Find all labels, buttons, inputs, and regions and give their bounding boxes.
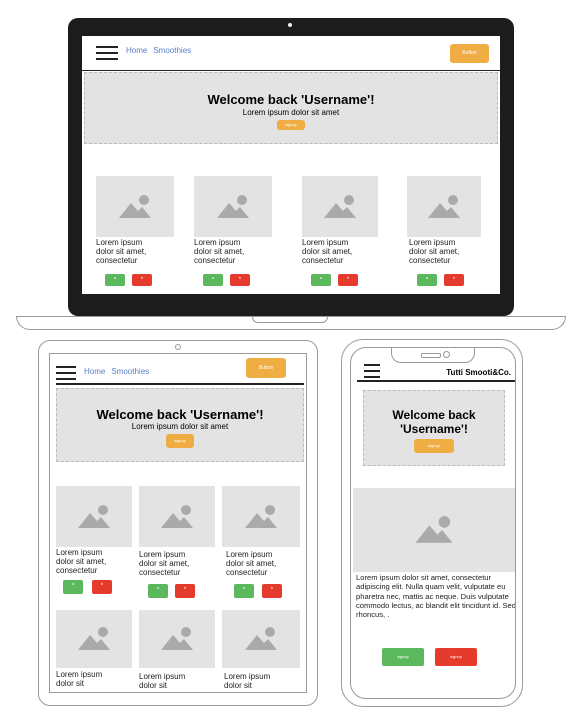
card-line: consectetur <box>56 566 98 576</box>
nav-home[interactable]: Home <box>84 367 105 376</box>
hero-banner: Welcome back 'Username'! Lorem ipsum dol… <box>56 388 304 462</box>
green-button[interactable]: a <box>63 580 83 594</box>
tablet-nav: Home Smoothies <box>84 367 155 376</box>
card-line: consectetur <box>139 568 181 578</box>
phone-camera <box>443 351 450 358</box>
product-card: Lorem ipsum dolor sit amet, consectetur … <box>139 486 217 606</box>
card-line: dolor sit amet, <box>96 247 147 257</box>
phone-speaker <box>421 353 441 358</box>
product-image-icon <box>139 486 215 547</box>
tablet-screen: Home Smoothies Button Welcome back 'Usern… <box>49 353 307 693</box>
green-button[interactable]: a <box>105 274 125 286</box>
red-button[interactable]: b <box>175 584 195 598</box>
card-line: Lorem ipsum <box>302 238 349 247</box>
card-line: Lorem ipsum <box>56 670 103 679</box>
red-button[interactable]: b <box>262 584 282 598</box>
product-image-icon <box>56 486 132 547</box>
signup-button[interactable]: signup <box>277 120 305 130</box>
nav-home[interactable]: Home <box>126 46 147 55</box>
laptop-notch <box>252 316 328 323</box>
product-image-icon <box>139 610 215 668</box>
product-card: Lorem ipsum dolor sit amet, consectetur … <box>56 486 134 606</box>
product-card: Lorem ipsum dolor sit amet, consectetur … <box>407 176 487 294</box>
brand-name: Tutti Smooti&Co. <box>446 368 511 377</box>
product-image-icon <box>407 176 481 237</box>
card-line: Lorem ipsum <box>224 672 271 681</box>
red-button[interactable]: b <box>338 274 358 286</box>
hero-title: 'Username'! <box>400 422 468 436</box>
card-line: dolor sit <box>139 681 168 691</box>
menu-icon[interactable] <box>56 366 76 384</box>
product-image-icon <box>302 176 378 237</box>
product-image-icon <box>222 486 300 547</box>
desktop-screen: Home Smoothies Button Welcome back 'Usern… <box>82 36 500 294</box>
green-button[interactable]: a <box>417 274 437 286</box>
header-button[interactable]: Button <box>246 358 286 378</box>
hero-banner: Welcome back 'Username'! Lorem ipsum dol… <box>84 72 498 144</box>
tablet-camera <box>175 344 181 350</box>
red-button[interactable]: b <box>92 580 112 594</box>
card-line: dolor sit amet, <box>409 247 460 257</box>
card-line: consectetur <box>302 256 344 266</box>
green-button[interactable]: a <box>148 584 168 598</box>
card-line: dolor sit amet, <box>226 559 277 569</box>
product-card: Lorem ipsum dolor sit amet, consectetur … <box>302 176 382 294</box>
card-line: Lorem ipsum <box>56 548 103 557</box>
card-line: consectetur <box>96 256 138 266</box>
card-line: Lorem ipsum <box>226 550 273 559</box>
card-line: dolor sit amet, <box>302 247 353 257</box>
card-line: Lorem ipsum <box>409 238 456 247</box>
card-line: Lorem ipsum <box>139 550 186 559</box>
laptop-camera <box>288 23 292 27</box>
nav-smoothies[interactable]: Smoothies <box>111 367 149 376</box>
green-button[interactable]: a <box>234 584 254 598</box>
product-description: Lorem ipsum dolor sit amet, consectetur … <box>356 573 516 619</box>
product-image-icon <box>222 610 300 668</box>
hero-title: Welcome back 'Username'! <box>207 92 375 107</box>
product-card: Lorem ipsum dolor sit amet, consectetur … <box>222 486 302 606</box>
card-line: dolor sit amet, <box>194 247 245 257</box>
green-button[interactable]: a <box>203 274 223 286</box>
card-line: dolor sit <box>56 679 85 689</box>
green-button[interactable]: signup <box>382 648 424 666</box>
card-line: consectetur <box>226 568 268 578</box>
phone-screen: Tutti Smooti&Co. Welcome back 'Username'… <box>350 347 516 699</box>
red-button[interactable]: b <box>230 274 250 286</box>
red-button[interactable]: b <box>132 274 152 286</box>
header-button[interactable]: Button <box>450 44 489 63</box>
red-button[interactable]: signup <box>435 648 477 666</box>
product-image-icon <box>56 610 132 668</box>
product-card: Lorem ipsum dolor sit amet, consectetur … <box>96 176 176 294</box>
red-button[interactable]: b <box>444 274 464 286</box>
desktop-nav: Home Smoothies <box>126 46 197 55</box>
product-image-icon <box>194 176 272 237</box>
product-card: Lorem ipsum dolor sit <box>222 610 302 692</box>
hero-title: Welcome back <box>392 408 476 422</box>
card-line: dolor sit amet, <box>139 559 190 569</box>
signup-button[interactable]: signup <box>166 434 194 448</box>
product-card: Lorem ipsum dolor sit amet, consectetur … <box>194 176 274 294</box>
card-line: Lorem ipsum <box>96 238 143 247</box>
signup-button[interactable]: signup <box>414 439 454 453</box>
menu-icon[interactable] <box>96 46 118 64</box>
product-image-icon <box>96 176 174 237</box>
green-button[interactable]: a <box>311 274 331 286</box>
product-image-icon <box>353 488 515 572</box>
card-line: Lorem ipsum <box>194 238 241 247</box>
header-divider <box>56 383 304 385</box>
hero-subtitle: Lorem ipsum dolor sit amet <box>242 108 340 117</box>
card-line: dolor sit amet, <box>56 557 107 567</box>
header-divider <box>82 70 500 71</box>
card-line: Lorem ipsum <box>139 672 186 681</box>
hero-title: Welcome back 'Username'! <box>96 407 264 422</box>
card-line: consectetur <box>409 256 451 266</box>
hero-subtitle: Lorem ipsum dolor sit amet <box>131 422 229 431</box>
card-line: consectetur <box>194 256 236 266</box>
card-line: dolor sit <box>224 681 253 691</box>
product-card: Lorem ipsum dolor sit <box>139 610 217 692</box>
hero-banner: Welcome back 'Username'! signup <box>363 390 505 466</box>
nav-smoothies[interactable]: Smoothies <box>153 46 191 55</box>
header-divider <box>357 380 515 382</box>
product-card: Lorem ipsum dolor sit <box>56 610 134 692</box>
